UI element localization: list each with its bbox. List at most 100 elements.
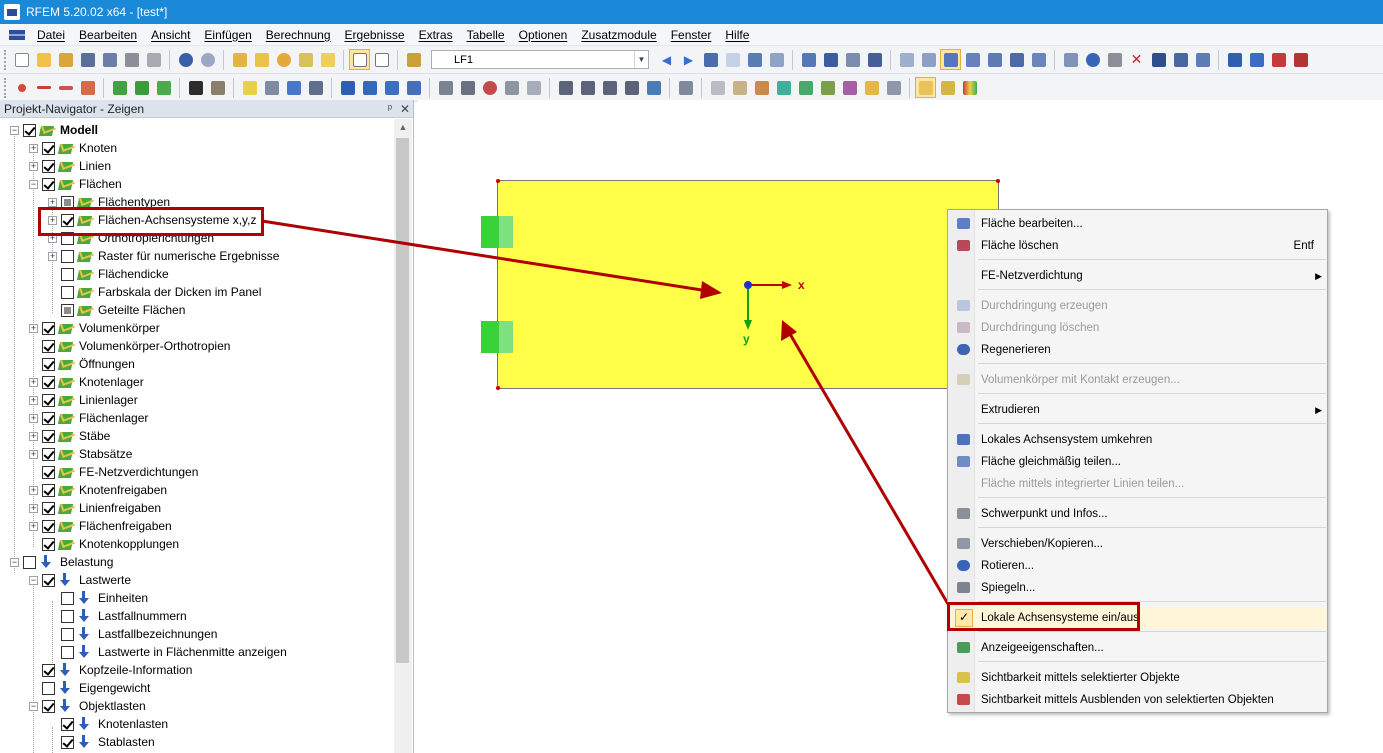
find-icon[interactable] xyxy=(273,49,294,70)
object-snap-icon[interactable] xyxy=(940,49,961,70)
generate-icon[interactable] xyxy=(1192,49,1213,70)
report-icon[interactable] xyxy=(1290,49,1311,70)
tree-item-belastung[interactable]: − Belastung xyxy=(10,553,113,571)
deformation-icon[interactable] xyxy=(820,49,841,70)
checkbox[interactable] xyxy=(61,267,74,281)
expand-icon[interactable]: + xyxy=(48,251,57,261)
checkbox[interactable] xyxy=(42,141,55,155)
checkbox[interactable] xyxy=(42,519,55,533)
tree-item-oeffnungen[interactable]: Öffnungen xyxy=(29,355,135,373)
view-perspective-icon[interactable] xyxy=(643,77,664,98)
dimension-icon[interactable] xyxy=(707,77,728,98)
collapse-icon[interactable]: − xyxy=(10,557,19,567)
solid-icon[interactable] xyxy=(261,77,282,98)
view-z-icon[interactable] xyxy=(599,77,620,98)
render-icon[interactable] xyxy=(675,77,696,98)
menu-ansicht[interactable]: Ansicht xyxy=(144,25,197,45)
tree-item-stabsaetze[interactable]: + Stabsätze xyxy=(29,445,132,463)
menu-zusatzmodule[interactable]: Zusatzmodule xyxy=(574,25,663,45)
tree-item-modell[interactable]: − Modell xyxy=(10,121,98,139)
corner-node[interactable] xyxy=(996,179,1000,183)
tree-item-farbskala[interactable]: Farbskala der Dicken im Panel xyxy=(48,283,261,301)
tree-item-raster[interactable]: + Raster für numerische Ergebnisse xyxy=(48,247,279,265)
new-file-icon[interactable] xyxy=(11,49,32,70)
menu-optionen[interactable]: Optionen xyxy=(512,25,575,45)
polar-icon[interactable] xyxy=(984,49,1005,70)
zoom-icon[interactable] xyxy=(479,77,500,98)
checkbox[interactable] xyxy=(42,159,55,173)
tree-item-lastfallnummern[interactable]: Lastfallnummern xyxy=(48,607,187,625)
line-support-icon[interactable] xyxy=(131,77,152,98)
expand-icon[interactable]: + xyxy=(29,323,38,333)
surface-support-icon[interactable] xyxy=(153,77,174,98)
scroll-up-icon[interactable]: ▲ xyxy=(394,119,412,136)
collapse-icon[interactable]: − xyxy=(29,575,38,585)
checkbox[interactable] xyxy=(42,429,55,443)
menu-extras[interactable]: Extras xyxy=(412,25,460,45)
tree-item-knotenlager[interactable]: + Knotenlager xyxy=(29,373,144,391)
cartesian-icon[interactable] xyxy=(962,49,983,70)
menu-item-sichtbarkeit-selektiert[interactable]: Sichtbarkeit mittels selektierter Objekt… xyxy=(950,667,1326,689)
collapse-icon[interactable]: − xyxy=(10,125,19,135)
menu-item-anzeigeeigenschaften[interactable]: Anzeigeeigenschaften... xyxy=(950,637,1326,659)
zoom-all-icon[interactable] xyxy=(457,77,478,98)
checkbox[interactable] xyxy=(42,177,55,191)
tree-item-volumenkoerper[interactable]: + Volumenkörper xyxy=(29,319,160,337)
tree-item-stablasten[interactable]: Stablasten xyxy=(48,733,155,751)
delete-icon[interactable]: ✕ xyxy=(1126,49,1147,70)
checkbox[interactable] xyxy=(61,609,74,623)
max-values-icon[interactable] xyxy=(722,49,743,70)
collapse-icon[interactable]: − xyxy=(29,701,38,711)
toolbar-grip[interactable] xyxy=(4,49,7,70)
calculate-icon[interactable] xyxy=(798,49,819,70)
tree-item-linienlager[interactable]: + Linienlager xyxy=(29,391,138,409)
tree-item-linien[interactable]: + Linien xyxy=(29,157,111,175)
support-icon[interactable] xyxy=(109,77,130,98)
cube-icon[interactable] xyxy=(501,77,522,98)
menu-item-sichtbarkeit-ausblenden[interactable]: Sichtbarkeit mittels Ausblenden von sele… xyxy=(950,689,1326,711)
solid-display-icon[interactable] xyxy=(795,77,816,98)
surface-display-icon[interactable] xyxy=(773,77,794,98)
checkbox[interactable] xyxy=(42,321,55,335)
tree-item-eigengewicht[interactable]: Eigengewicht xyxy=(29,679,150,697)
toolbar-grip[interactable] xyxy=(4,77,7,98)
result-values-icon[interactable] xyxy=(766,49,787,70)
menu-item-spiegeln[interactable]: Spiegeln... xyxy=(950,577,1326,599)
move-copy-icon[interactable] xyxy=(1060,49,1081,70)
member-hinge-icon[interactable] xyxy=(207,77,228,98)
zoom-window-icon[interactable] xyxy=(251,49,272,70)
line-display-icon[interactable] xyxy=(839,77,860,98)
tree-item-knotenfreigaben[interactable]: + Knotenfreigaben xyxy=(29,481,167,499)
tree-item-einheiten[interactable]: Einheiten xyxy=(48,589,148,607)
menu-item-achsensystem-umkehren[interactable]: Lokales Achsensystem umkehren xyxy=(950,429,1326,451)
tree-item-geteilte-flaechen[interactable]: Geteilte Flächen xyxy=(48,301,185,319)
print-icon[interactable] xyxy=(121,49,142,70)
corner-node[interactable] xyxy=(496,386,500,390)
tree-item-flaechendicke[interactable]: Flächendicke xyxy=(48,265,169,283)
menu-datei[interactable]: Datei xyxy=(30,25,72,45)
export-icon[interactable] xyxy=(1224,49,1245,70)
tree-item-lastwerte-flaechenmitte[interactable]: Lastwerte in Flächenmitte anzeigen xyxy=(48,643,287,661)
results-icon[interactable] xyxy=(700,49,721,70)
menu-item-fe-netzverdichtung[interactable]: FE-Netzverdichtung ▶ xyxy=(950,265,1326,287)
view-x-icon[interactable] xyxy=(555,77,576,98)
show-results-icon[interactable] xyxy=(744,49,765,70)
pin-icon[interactable]: ᵖ xyxy=(383,103,397,115)
menu-hilfe[interactable]: Hilfe xyxy=(718,25,756,45)
load-icon[interactable] xyxy=(337,77,358,98)
expand-icon[interactable]: + xyxy=(29,503,38,513)
rotate-icon[interactable] xyxy=(1082,49,1103,70)
checkbox[interactable] xyxy=(23,123,36,137)
next-loadcase-icon[interactable]: ▶ xyxy=(678,49,699,70)
checkbox[interactable] xyxy=(42,663,55,677)
checkbox[interactable] xyxy=(42,339,55,353)
checkbox[interactable] xyxy=(42,447,55,461)
member-display-icon[interactable] xyxy=(817,77,838,98)
navigator-scrollbar[interactable]: ▲ xyxy=(394,119,412,753)
tree-item-flaechenlager[interactable]: + Flächenlager xyxy=(29,409,148,427)
divide-icon[interactable] xyxy=(1170,49,1191,70)
save-icon[interactable] xyxy=(77,49,98,70)
checkbox[interactable] xyxy=(61,645,74,659)
menu-item-schwerpunkt[interactable]: Schwerpunkt und Infos... xyxy=(950,503,1326,525)
workplane-icon[interactable] xyxy=(1006,49,1027,70)
